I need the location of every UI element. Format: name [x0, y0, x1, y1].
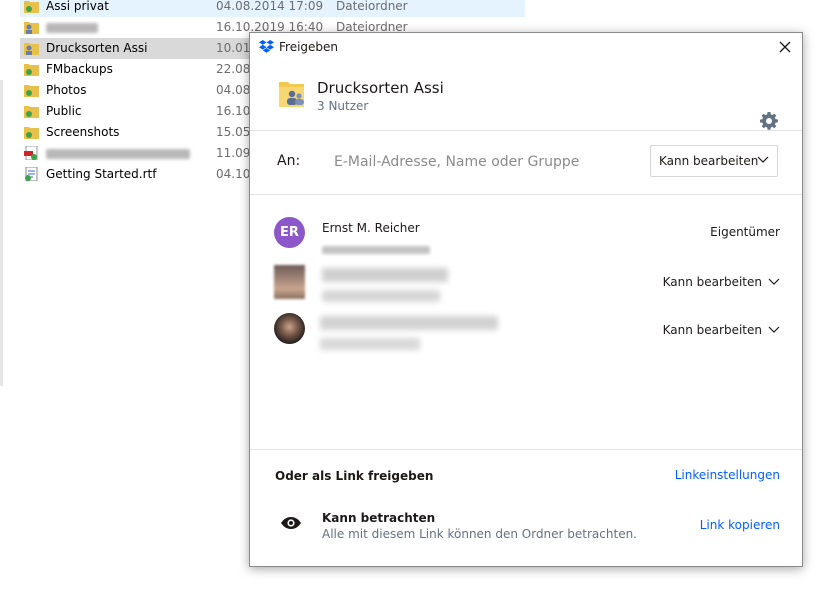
member-role-dropdown[interactable]: Kann bearbeiten [663, 275, 780, 289]
file-date: 04.08.2014 17:09 [216, 0, 324, 13]
shared-users-folder-icon [24, 22, 39, 34]
invite-permission-dropdown[interactable]: Kann bearbeiten [650, 145, 778, 177]
chevron-down-icon [768, 278, 780, 285]
file-row-fmbackups[interactable]: FMbackups 22.08.2 [20, 59, 262, 80]
shared-folder-icon [279, 82, 304, 107]
shared-user-count: 3 Nutzer [317, 99, 369, 113]
synced-folder-icon [24, 106, 39, 118]
avatar-blurred [274, 265, 305, 299]
member-name-blurred [320, 315, 498, 330]
pdf-file-icon [24, 146, 38, 160]
shared-folder-icon [24, 1, 39, 13]
invite-to-label: An: [277, 153, 301, 169]
file-name: Public [46, 104, 82, 118]
member-row-owner: ER Ernst M. Reicher Eigentümer [250, 217, 802, 261]
link-share-title: Oder als Link freigeben [275, 469, 434, 483]
copy-link-button[interactable]: Link kopieren [700, 518, 780, 532]
avatar [274, 313, 305, 344]
file-name: FMbackups [46, 62, 113, 76]
file-row-assi-privat[interactable]: Assi privat 04.08.2014 17:09 Dateiordner [20, 0, 525, 17]
member-email-blurred [322, 285, 440, 304]
file-row-photos[interactable]: Photos 04.08.2 [20, 80, 262, 101]
file-name-blurred [46, 20, 98, 34]
shared-users-folder-icon [24, 43, 39, 55]
rtf-file-icon [25, 167, 38, 181]
file-row-screenshots[interactable]: Screenshots 15.05.2 [20, 122, 262, 143]
file-row-getting-started[interactable]: Getting Started.rtf 04.10.2 [20, 164, 262, 185]
dialog-titlebar: Freigeben [250, 33, 802, 61]
dialog-title: Freigeben [279, 40, 339, 54]
explorer-left-border [0, 80, 3, 386]
link-permission-title: Kann betrachten [322, 511, 436, 525]
link-permission-description: Alle mit diesem Link können den Ordner b… [322, 527, 637, 541]
synced-folder-icon [24, 85, 39, 97]
file-name-blurred [46, 146, 190, 160]
gear-icon[interactable] [759, 111, 779, 131]
file-name: Screenshots [46, 125, 120, 139]
share-dialog: Freigeben Drucksorten Assi 3 Nutzer An: … [249, 32, 803, 567]
member-name: Ernst M. Reicher [322, 221, 420, 235]
file-name: Getting Started.rtf [46, 167, 157, 181]
file-row-public[interactable]: Public 16.10.2 [20, 101, 262, 122]
member-row-2: Kann bearbeiten [250, 265, 802, 309]
chevron-down-icon [768, 326, 780, 333]
synced-folder-icon [24, 127, 39, 139]
file-row-drucksorten-assi[interactable]: Drucksorten Assi 10.01.2 [20, 38, 262, 59]
member-role-label: Kann bearbeiten [662, 323, 762, 337]
shared-folder-name: Drucksorten Assi [317, 79, 444, 97]
member-row-3: Kann bearbeiten [250, 313, 802, 357]
member-role: Eigentümer [710, 225, 780, 239]
member-list: ER Ernst M. Reicher Eigentümer Kann bear… [250, 195, 802, 450]
avatar: ER [274, 217, 305, 248]
member-email-blurred [320, 333, 420, 352]
link-share-header: Oder als Link freigeben Linkeinstellunge… [250, 449, 802, 499]
folder-header: Drucksorten Assi 3 Nutzer [250, 61, 802, 131]
chevron-down-icon [757, 156, 769, 163]
file-name: Assi privat [46, 0, 109, 13]
dropbox-logo-icon [259, 40, 274, 53]
file-type: Dateiordner [336, 0, 408, 13]
synced-folder-icon [24, 64, 39, 76]
member-role-label: Kann bearbeiten [662, 275, 762, 289]
link-permission-row: Kann betrachten Alle mit diesem Link kön… [250, 499, 802, 565]
invite-permission-label: Kann bearbeiten [659, 154, 759, 168]
eye-icon [281, 517, 301, 529]
member-role-dropdown[interactable]: Kann bearbeiten [663, 323, 780, 337]
file-row-pdf-blurred[interactable]: 11.09.2 [20, 143, 262, 164]
file-name: Drucksorten Assi [46, 41, 148, 55]
member-name-blurred [322, 267, 448, 282]
invite-row: An: Kann bearbeiten [250, 131, 802, 195]
invite-input[interactable] [332, 149, 636, 175]
close-icon[interactable] [776, 38, 794, 56]
member-email-blurred [322, 239, 430, 258]
file-name: Photos [46, 83, 87, 97]
link-settings-link[interactable]: Linkeinstellungen [675, 468, 780, 482]
